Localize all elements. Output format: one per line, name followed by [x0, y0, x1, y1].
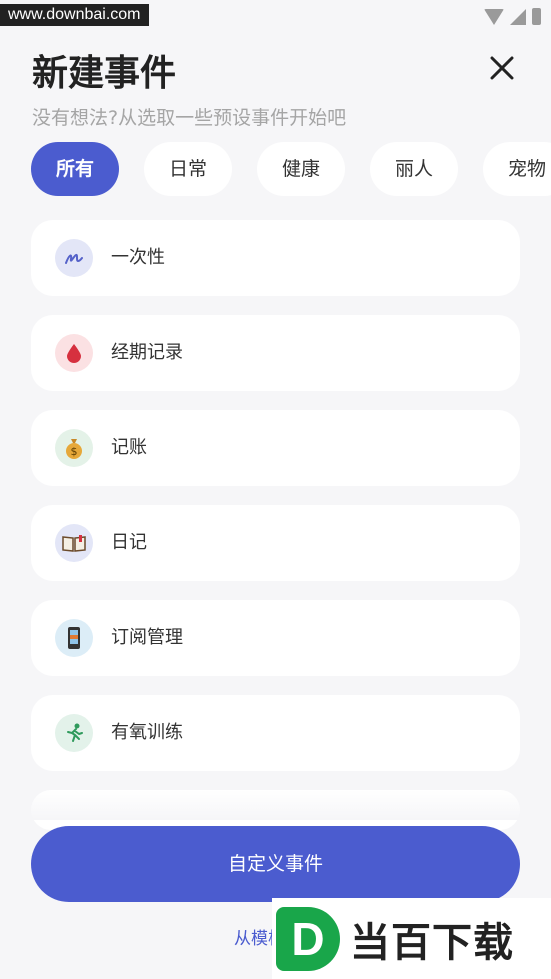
tab-health[interactable]: 健康 — [257, 142, 345, 196]
event-label: 经期记录 — [111, 342, 183, 363]
event-card-one-time[interactable]: 一次性 — [31, 220, 520, 296]
event-card-subscriptions[interactable]: 订阅管理 — [31, 600, 520, 676]
tab-all[interactable]: 所有 — [31, 142, 119, 196]
phone-icon — [55, 619, 93, 657]
svg-text:$: $ — [71, 445, 78, 458]
list-fade — [0, 790, 551, 820]
tab-daily[interactable]: 日常 — [144, 142, 232, 196]
event-label: 有氧训练 — [111, 722, 183, 743]
money-bag-icon: $ — [55, 429, 93, 467]
battery-icon — [532, 8, 541, 25]
page-subtitle: 没有想法?从选取一些预设事件开始吧 — [32, 107, 347, 129]
status-bar: www.downbai.com — [0, 0, 551, 30]
logo-mark: D — [276, 906, 340, 971]
event-card-period[interactable]: 经期记录 — [31, 315, 520, 391]
tab-pets[interactable]: 宠物 — [483, 142, 551, 196]
blood-drop-icon — [55, 334, 93, 372]
event-label: 订阅管理 — [111, 627, 183, 648]
event-card-diary[interactable]: 日记 — [31, 505, 520, 581]
event-card-accounting[interactable]: $ 记账 — [31, 410, 520, 486]
scribble-icon — [55, 239, 93, 277]
close-icon — [490, 56, 514, 80]
open-book-icon — [55, 524, 93, 562]
running-icon — [55, 714, 93, 752]
event-label: 记账 — [111, 437, 147, 458]
close-button[interactable] — [486, 52, 518, 84]
wifi-icon — [484, 8, 504, 25]
tab-beauty[interactable]: 丽人 — [370, 142, 458, 196]
signal-icon — [510, 8, 526, 25]
watermark-url: www.downbai.com — [0, 4, 149, 26]
event-label: 日记 — [111, 532, 147, 553]
watermark-logo: D 当百下载 — [272, 898, 551, 979]
page-title: 新建事件 — [32, 53, 177, 94]
event-label: 一次性 — [111, 247, 165, 268]
custom-event-button[interactable]: 自定义事件 — [31, 826, 520, 902]
logo-text: 当百下载 — [350, 919, 514, 966]
category-tabs: 所有 日常 健康 丽人 宠物 — [0, 142, 551, 196]
status-icons — [484, 8, 541, 25]
event-card-cardio[interactable]: 有氧训练 — [31, 695, 520, 771]
